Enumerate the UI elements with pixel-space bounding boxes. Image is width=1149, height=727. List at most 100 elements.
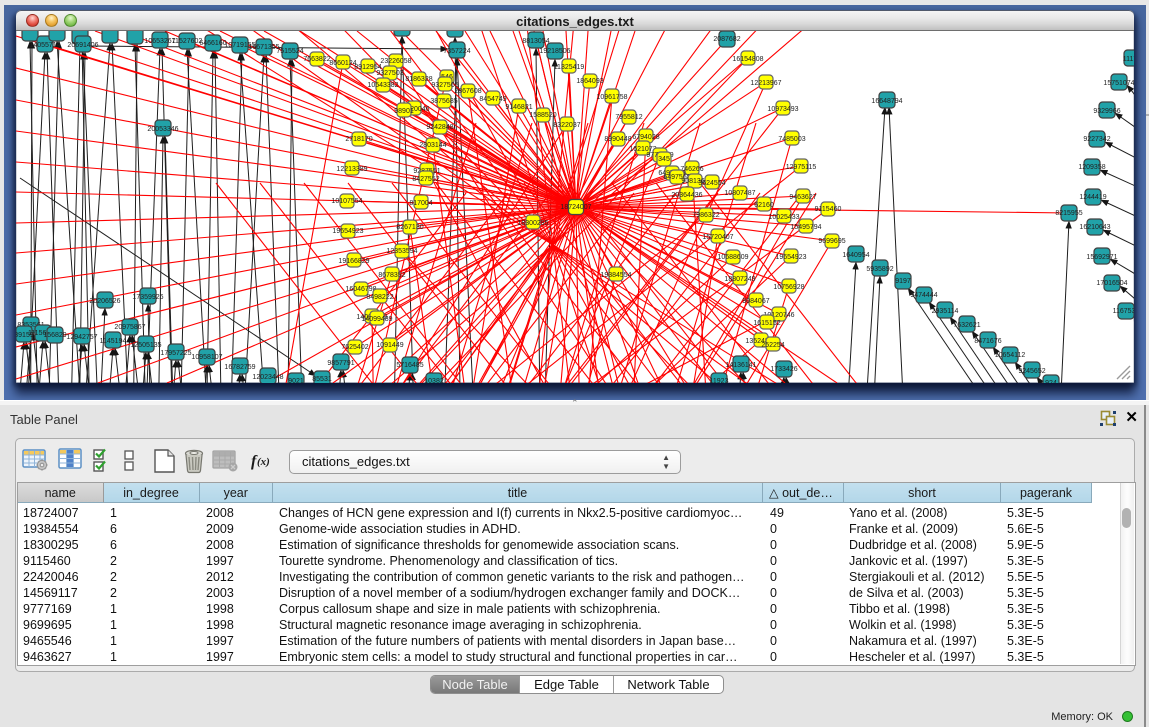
svg-text:16782759: 16782759 <box>224 364 255 371</box>
svg-text:20364436: 20364436 <box>671 192 702 199</box>
svg-text:18724007: 18724007 <box>560 204 591 211</box>
svg-text:12975115: 12975115 <box>786 164 817 171</box>
svg-text:85531: 85531 <box>312 376 332 383</box>
svg-text:10107554: 10107554 <box>331 198 362 205</box>
svg-text:7625402: 7625402 <box>341 344 368 351</box>
svg-text:1864093: 1864093 <box>576 78 603 85</box>
svg-text:11174: 11174 <box>1123 56 1134 63</box>
svg-text:19384554: 19384554 <box>600 272 631 279</box>
svg-text:1209358: 1209358 <box>1078 164 1105 171</box>
svg-text:1733426: 1733426 <box>770 366 797 373</box>
svg-text:7663822: 7663822 <box>303 56 330 63</box>
svg-text:19654923: 19654923 <box>775 254 806 261</box>
svg-text:10688609: 10688609 <box>717 254 748 261</box>
svg-text:9084067: 9084067 <box>742 298 769 305</box>
svg-text:10958107: 10958107 <box>191 354 222 361</box>
svg-text:19218506: 19218506 <box>539 48 570 55</box>
svg-text:18807249: 18807249 <box>724 276 755 283</box>
svg-text:924: 924 <box>1045 380 1057 383</box>
svg-text:12213389: 12213389 <box>336 166 367 173</box>
svg-text:20975867: 20975867 <box>114 324 145 331</box>
svg-text:6466160: 6466160 <box>199 40 226 47</box>
svg-text:9197: 9197 <box>895 278 911 285</box>
svg-text:8215955: 8215955 <box>1055 210 1082 217</box>
svg-text:8427552: 8427552 <box>412 176 439 183</box>
svg-text:10756928: 10756928 <box>773 284 804 291</box>
svg-text:10543382: 10543382 <box>367 82 398 89</box>
svg-text:9245652: 9245652 <box>1018 368 1045 375</box>
svg-text:2718170: 2718170 <box>345 136 372 143</box>
svg-text:16210643: 16210643 <box>1079 224 1110 231</box>
svg-text:2867608: 2867608 <box>454 88 481 95</box>
svg-text:8678352: 8678352 <box>378 272 405 279</box>
svg-text:16648794: 16648794 <box>871 98 902 105</box>
svg-text:10807487: 10807487 <box>724 190 755 197</box>
svg-text:18300295: 18300295 <box>517 220 548 227</box>
svg-text:1588520: 1588520 <box>529 112 556 119</box>
svg-text:7515524: 7515524 <box>276 48 303 55</box>
svg-text:9021: 9021 <box>288 378 304 383</box>
svg-text:9329966: 9329966 <box>1093 108 1120 115</box>
svg-text:62160: 62160 <box>754 202 774 209</box>
svg-text:12023448: 12023448 <box>252 374 283 381</box>
svg-text:14055714: 14055714 <box>29 42 60 49</box>
svg-text:156829: 156829 <box>43 332 66 339</box>
svg-text:9327503: 9327503 <box>376 70 403 77</box>
svg-text:1640954: 1640954 <box>842 252 869 259</box>
svg-text:7485003: 7485003 <box>778 136 805 143</box>
svg-text:15720407: 15720407 <box>702 234 733 241</box>
svg-text:19654923: 19654923 <box>332 228 363 235</box>
svg-text:7955812: 7955812 <box>615 114 642 121</box>
svg-text:345: 345 <box>658 156 670 163</box>
svg-text:10961758: 10961758 <box>596 94 627 101</box>
svg-text:15692971: 15692971 <box>1086 254 1117 261</box>
svg-text:11923: 11923 <box>710 378 729 383</box>
svg-text:17359926: 17359926 <box>132 294 163 301</box>
svg-text:9857791: 9857791 <box>327 360 354 367</box>
svg-text:12942757: 12942757 <box>66 334 97 341</box>
svg-text:11325419: 11325419 <box>554 64 585 71</box>
svg-text:17957225: 17957225 <box>160 350 191 357</box>
svg-text:9146821: 9146821 <box>505 104 532 111</box>
svg-text:19166829: 19166829 <box>338 258 369 265</box>
svg-text:(x): (x) <box>257 456 270 468</box>
svg-text:7357224: 7357224 <box>443 48 470 55</box>
svg-text:7986322: 7986322 <box>692 212 719 219</box>
svg-text:2935114: 2935114 <box>932 308 959 315</box>
svg-text:17016504: 17016504 <box>1096 280 1127 287</box>
svg-text:3875685: 3875685 <box>430 98 457 105</box>
svg-text:1091449: 1091449 <box>376 342 403 349</box>
svg-text:5716485: 5716485 <box>396 362 423 369</box>
svg-text:3624554: 3624554 <box>698 180 725 187</box>
svg-text:98901: 98901 <box>394 108 414 115</box>
svg-text:20053346: 20053346 <box>147 126 178 133</box>
svg-text:817004: 817004 <box>409 200 432 207</box>
svg-text:7632621: 7632621 <box>953 322 980 329</box>
svg-text:252254: 252254 <box>761 342 784 349</box>
svg-text:9699695: 9699695 <box>818 238 845 245</box>
svg-text:8454749: 8454749 <box>479 96 506 103</box>
svg-text:8186328: 8186328 <box>405 76 432 83</box>
svg-text:20691406: 20691406 <box>67 42 98 49</box>
svg-text:1167533: 1167533 <box>1113 308 1134 315</box>
svg-text:16154808: 16154808 <box>732 56 763 63</box>
svg-text:10973493: 10973493 <box>767 106 798 113</box>
svg-text:8498222: 8498222 <box>366 294 393 301</box>
svg-text:8267130: 8267130 <box>396 224 423 231</box>
svg-text:12213967: 12213967 <box>750 80 781 87</box>
svg-text:23226058: 23226058 <box>380 58 411 65</box>
svg-text:1145194: 1145194 <box>100 338 127 345</box>
svg-text:8471676: 8471676 <box>974 338 1001 345</box>
svg-text:15495794: 15495794 <box>790 224 821 231</box>
svg-text:11527602: 11527602 <box>172 38 203 45</box>
svg-text:16046798: 16046798 <box>345 286 376 293</box>
svg-text:2087682: 2087682 <box>713 36 740 43</box>
svg-text:12505135: 12505135 <box>130 342 161 349</box>
svg-text:12353594: 12353594 <box>386 248 417 255</box>
svg-text:16671355: 16671355 <box>248 44 279 51</box>
svg-text:8660124: 8660124 <box>329 60 356 67</box>
svg-text:6794028: 6794028 <box>632 134 659 141</box>
svg-text:10025433: 10025433 <box>768 214 799 221</box>
svg-text:15751074: 15751074 <box>1103 80 1134 87</box>
svg-text:9474444: 9474444 <box>910 292 937 299</box>
